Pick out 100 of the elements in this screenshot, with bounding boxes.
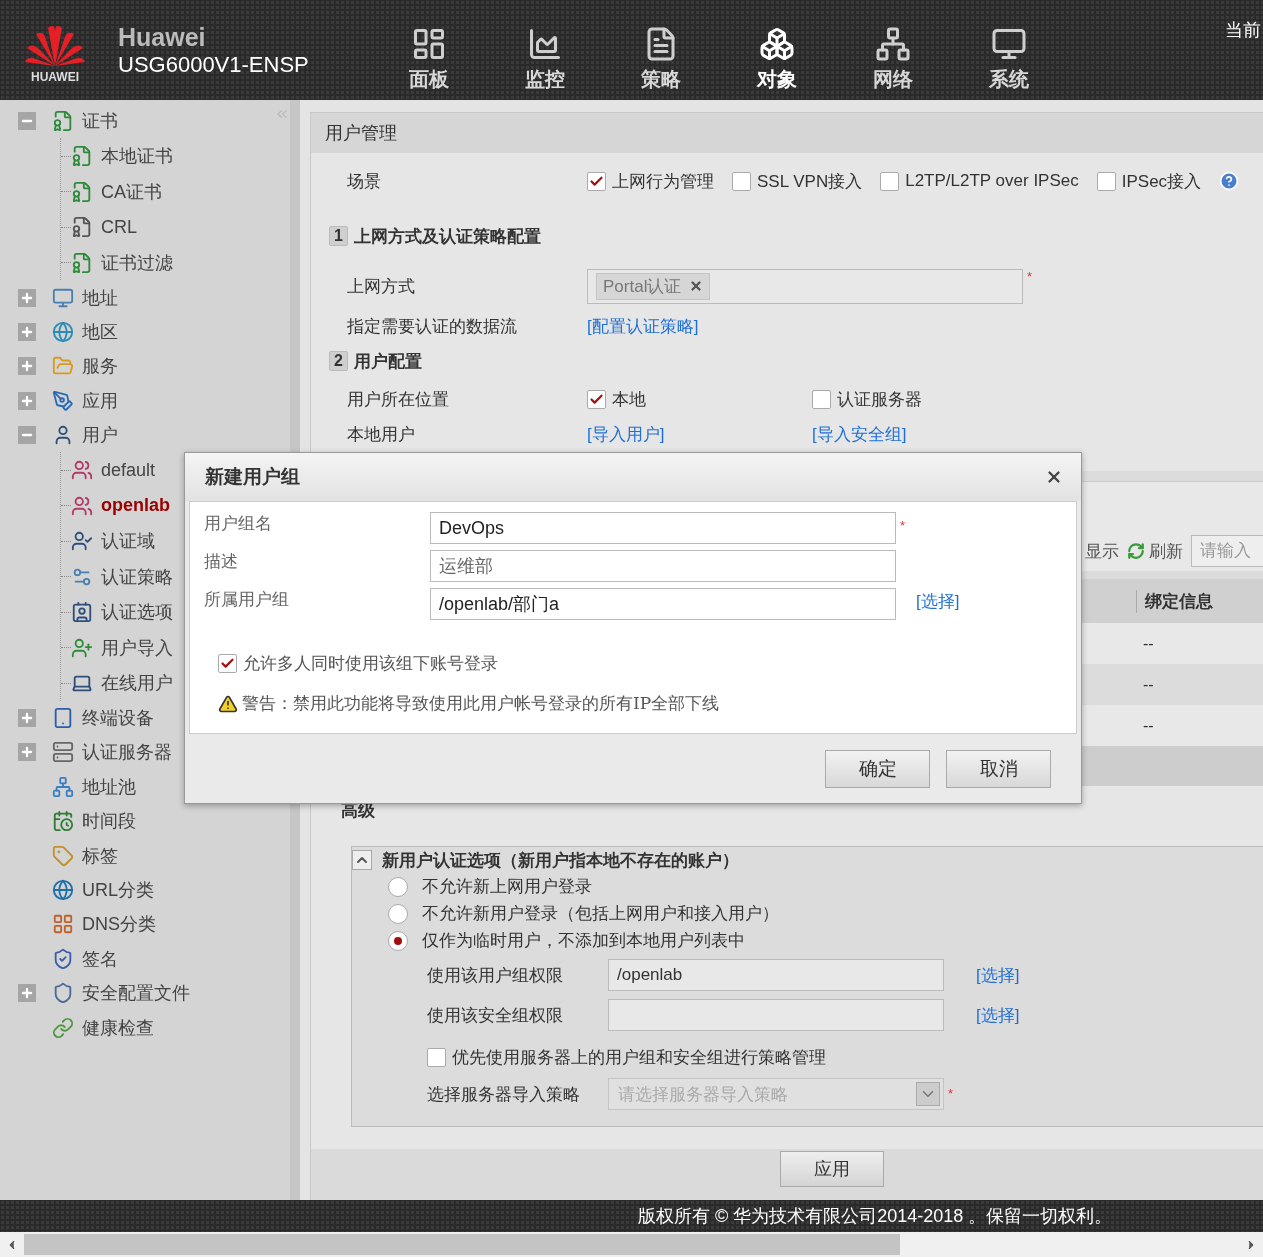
tree-item[interactable]: 认证选项 (101, 600, 173, 625)
help-icon[interactable] (1219, 171, 1240, 191)
expand-toggle[interactable] (18, 984, 36, 1003)
expand-toggle[interactable] (18, 288, 36, 307)
nav-tab[interactable]: 策略 (603, 25, 719, 93)
tree-item[interactable]: 安全配置文件 (82, 981, 190, 1006)
tree-item[interactable]: 在线用户 (101, 671, 173, 696)
option-label: 认证服务器 (837, 388, 922, 411)
policy-link[interactable]: [配置认证策略] (587, 314, 699, 338)
tree-item[interactable]: 标签 (82, 843, 118, 868)
expand-toggle[interactable] (18, 357, 36, 376)
shield-icon (52, 982, 74, 1005)
checkbox[interactable] (1096, 171, 1116, 191)
nav-tab[interactable]: 网络 (835, 25, 951, 93)
remove-icon[interactable] (689, 279, 704, 293)
radio-button[interactable] (388, 930, 408, 951)
tree-item[interactable]: 用户 (82, 423, 118, 448)
input-field[interactable] (608, 999, 944, 1031)
option-label: SSL VPN接入 (757, 170, 863, 193)
tree-item[interactable]: 时间段 (82, 809, 136, 834)
input-field[interactable]: /openlab/部门a (430, 588, 896, 620)
squares-icon (759, 25, 795, 62)
search-field[interactable]: 请输入 (1191, 535, 1263, 567)
tablet-icon (52, 707, 74, 730)
certificate-icon (71, 216, 93, 239)
checkbox[interactable] (812, 389, 831, 409)
radio-button[interactable] (388, 876, 408, 897)
expand-toggle[interactable] (18, 112, 36, 131)
apply-button[interactable]: 应用 (780, 1151, 884, 1187)
tree-item[interactable]: 应用 (82, 388, 118, 413)
tree-item[interactable]: 地址池 (82, 774, 136, 799)
nav-tab[interactable]: 对象 (719, 25, 835, 93)
input-field[interactable]: 运维部 (430, 550, 896, 582)
cancel-button[interactable]: 取消 (946, 749, 1051, 788)
warning-icon (218, 693, 238, 714)
device-model: USG6000V1-ENSP (118, 51, 310, 78)
tree-item[interactable]: CA证书 (101, 179, 162, 204)
tree-item[interactable]: openlab (101, 495, 170, 517)
nav-tab[interactable]: 系统 (951, 25, 1067, 93)
tree-item[interactable]: 地区 (82, 319, 118, 344)
tree-item[interactable]: CRL (101, 216, 137, 238)
expand-toggle[interactable] (18, 322, 36, 341)
calendar-icon (52, 810, 74, 833)
contact-card-icon (71, 601, 93, 624)
nav-tab[interactable]: 面板 (371, 25, 487, 93)
checkbox[interactable] (218, 653, 237, 673)
collapse-toggle[interactable] (352, 850, 372, 870)
tree-item[interactable]: 用户导入 (101, 635, 173, 660)
grid-icon (52, 913, 74, 936)
tree-item[interactable]: 认证策略 (101, 564, 173, 589)
globe-icon (52, 320, 74, 343)
expand-toggle[interactable] (18, 743, 36, 762)
select-link[interactable]: [选择] (976, 1003, 1020, 1027)
tree-item[interactable]: 证书 (82, 109, 118, 134)
confirm-button[interactable]: 确定 (825, 749, 930, 788)
tree-item[interactable]: 健康检查 (82, 1015, 154, 1040)
radio-button[interactable] (388, 903, 408, 924)
checkbox[interactable] (880, 171, 900, 191)
nav-tab[interactable]: 监控 (487, 25, 603, 93)
select-link[interactable]: [选择] (976, 963, 1020, 987)
tree-item[interactable]: 服务 (82, 354, 118, 379)
expand-toggle[interactable] (18, 391, 36, 410)
import-link[interactable]: [导入安全组] (812, 422, 907, 446)
panel-title: 用户管理 (311, 113, 1263, 153)
tree-item[interactable]: 终端设备 (82, 706, 154, 731)
scrollbar[interactable] (0, 1232, 1263, 1257)
checkbox[interactable] (427, 1047, 446, 1067)
refresh-button[interactable]: 刷新 (1123, 539, 1187, 563)
import-link[interactable]: [导入用户] (587, 422, 812, 446)
checkbox[interactable] (587, 389, 606, 409)
expand-toggle[interactable] (18, 426, 36, 445)
network-icon (875, 25, 911, 62)
certificate-icon (52, 110, 74, 133)
expand-toggle[interactable] (18, 709, 36, 728)
checkbox[interactable] (587, 171, 606, 191)
dialog-title: 新建用户组 (205, 464, 300, 489)
tree-item[interactable]: 地址 (82, 285, 118, 310)
field-label: 指定需要认证的数据流 (347, 315, 518, 338)
tree-item[interactable]: default (101, 459, 156, 481)
tree-item[interactable]: 证书过滤 (101, 250, 173, 275)
tree-item[interactable]: 本地证书 (101, 144, 173, 169)
display-label: 显示 (1085, 540, 1119, 563)
tree-item[interactable]: DNS分类 (82, 912, 156, 937)
select-link[interactable]: [选择] (916, 590, 960, 613)
tree-item[interactable]: 认证服务器 (82, 740, 172, 765)
option-label: L2TP/L2TP over IPSec (905, 171, 1079, 191)
plus-icon (20, 359, 34, 374)
tree-item[interactable]: 认证域 (101, 529, 155, 554)
box-title: 新用户认证选项（新用户指本地不存在的账户） (382, 849, 739, 872)
field-label: 本地用户 (347, 423, 416, 446)
tree-item[interactable]: 签名 (82, 946, 118, 971)
input-field[interactable]: DevOps (430, 512, 896, 544)
close-icon (1045, 468, 1063, 486)
close-button[interactable] (1045, 468, 1063, 486)
plus-icon (20, 393, 34, 408)
input-field[interactable]: /openlab (608, 959, 944, 991)
tree-item[interactable]: URL分类 (82, 878, 154, 902)
checkbox[interactable] (732, 171, 751, 191)
monitor-icon (52, 286, 74, 309)
field-label: 选择服务器导入策略 (427, 1083, 581, 1106)
